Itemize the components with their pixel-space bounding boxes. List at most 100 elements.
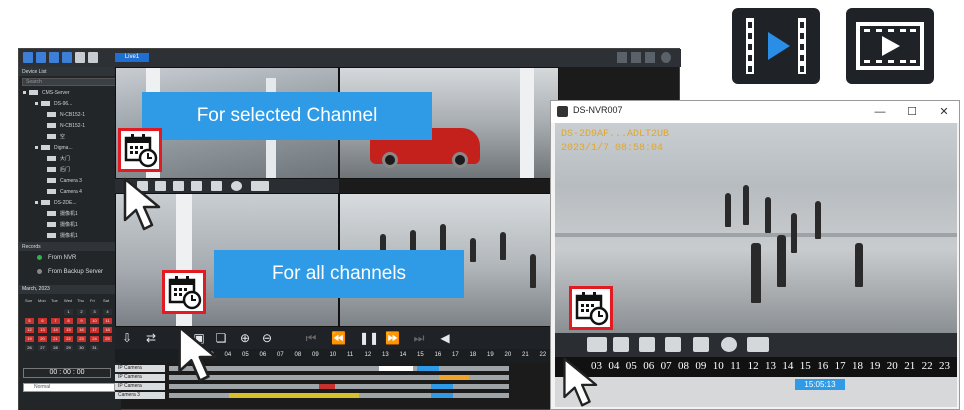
calendar-clock-icon[interactable] (162, 270, 206, 314)
recording-segment[interactable] (417, 366, 439, 371)
step-back-icon[interactable]: ◀ (439, 332, 451, 344)
calendar-day[interactable]: 5 (25, 318, 34, 324)
maximize-icon[interactable]: ☐ (901, 103, 923, 121)
skip-end-icon[interactable]: ⏭ (413, 332, 425, 344)
calendar-clock-icon[interactable] (118, 128, 162, 172)
snapshot-icon[interactable] (665, 337, 681, 352)
close-icon[interactable]: ✕ (933, 103, 955, 121)
calendar-day[interactable]: 4 (103, 309, 112, 315)
calendar-day[interactable]: 30 (77, 345, 86, 351)
stream-icon[interactable] (251, 181, 269, 191)
expand-icon[interactable] (23, 91, 26, 95)
popup-timeline-ruler[interactable]: 03 04 05 06 07 08 09 10 11 12 13 14 15 16 17 18 19 20 21 22… (555, 357, 957, 377)
calendar-day[interactable]: 14 (51, 327, 60, 333)
device-tree-item[interactable]: Camera 3 (19, 176, 121, 187)
device-tree-item[interactable]: N-CB152-1 (19, 121, 121, 132)
calendar-day[interactable]: 17 (90, 327, 99, 333)
minimize-icon[interactable]: — (869, 103, 891, 121)
time-input[interactable]: 00 : 00 : 00 (23, 368, 111, 378)
close-all-icon[interactable] (75, 52, 85, 63)
snapshot-icon[interactable] (191, 181, 202, 191)
ptz-icon[interactable] (613, 337, 629, 352)
layout-9-icon[interactable] (49, 52, 59, 63)
calendar-day[interactable]: 11 (103, 318, 112, 324)
expand-icon[interactable] (35, 146, 38, 150)
video-frame-play-icon[interactable] (846, 8, 934, 84)
user-icon[interactable] (661, 52, 671, 63)
zoom-in-icon[interactable]: ⊕ (239, 332, 251, 344)
calendar-day[interactable]: 23 (77, 336, 86, 342)
device-tree-item[interactable]: 大门 (19, 154, 121, 165)
device-tree-item[interactable]: 空 (19, 132, 121, 143)
layout-16-icon[interactable] (62, 52, 72, 63)
expand-icon[interactable] (35, 102, 38, 106)
device-tree-item[interactable]: 摄像机1 (19, 220, 121, 231)
popup-timeline-track[interactable] (555, 377, 957, 407)
recording-segment[interactable] (229, 393, 359, 398)
calendar-day[interactable]: 13 (38, 327, 47, 333)
calendar-day[interactable]: 28 (51, 345, 60, 351)
list-view-icon[interactable] (631, 52, 641, 63)
tab-live-view[interactable]: Live1 (115, 53, 149, 62)
source-backup-server[interactable]: From Backup Server (19, 265, 121, 279)
xy-icon[interactable] (587, 337, 607, 352)
calendar-day[interactable]: 18 (103, 327, 112, 333)
recording-segment[interactable] (319, 384, 335, 389)
device-tree-item[interactable]: Camera 4 (19, 187, 121, 198)
recording-segment[interactable] (431, 393, 453, 398)
calendar-day[interactable]: 1 (64, 309, 73, 315)
device-tree-item[interactable]: DS-96... (19, 99, 121, 110)
popup-video[interactable]: DS-2D9AF...ADLT2UB 2023/1/7 08:58:04 (555, 123, 957, 333)
recording-segment[interactable] (379, 366, 413, 371)
calendar-day[interactable]: 10 (90, 318, 99, 324)
calendar-day[interactable]: 9 (77, 318, 86, 324)
clip-icon[interactable] (693, 337, 709, 352)
calendar-day[interactable]: 15 (64, 327, 73, 333)
video-file-play-icon[interactable] (732, 8, 820, 84)
recording-segment[interactable] (431, 384, 453, 389)
sync-icon[interactable]: ⇄ (145, 332, 157, 344)
calendar-day[interactable]: 7 (51, 318, 60, 324)
calendar-day[interactable]: 19 (25, 336, 34, 342)
settings-icon[interactable] (645, 52, 655, 63)
calendar-day[interactable]: 3 (90, 309, 99, 315)
calendar-day[interactable]: 2 (77, 309, 86, 315)
zoom-icon[interactable] (88, 52, 98, 63)
calendar-clock-icon[interactable] (569, 286, 613, 330)
audio-icon[interactable] (173, 181, 184, 191)
layout-1-icon[interactable] (23, 52, 33, 63)
device-tree-item[interactable]: 摄像机1 (19, 231, 121, 242)
layout-4-icon[interactable] (36, 52, 46, 63)
device-tree-item[interactable]: N-CB152-1 (19, 110, 121, 121)
calendar-day[interactable]: 29 (64, 345, 73, 351)
calendar-day[interactable]: 24 (90, 336, 99, 342)
calendar-day[interactable]: 27 (38, 345, 47, 351)
camera-track[interactable] (169, 393, 509, 398)
fisheye-icon[interactable] (231, 181, 242, 191)
device-tree-item[interactable]: 后门 (19, 165, 121, 176)
calendar-day[interactable]: 12 (25, 327, 34, 333)
calendar-day[interactable]: 26 (25, 345, 34, 351)
calendar-day[interactable]: 20 (38, 336, 47, 342)
calendar-day[interactable]: 22 (64, 336, 73, 342)
calendar-day[interactable]: 16 (77, 327, 86, 333)
calendar-day[interactable]: 25 (103, 336, 112, 342)
device-tree-item[interactable]: DS-2DE... (19, 198, 121, 209)
expand-icon[interactable] (35, 201, 38, 205)
audio-icon[interactable] (639, 337, 655, 352)
device-search-input[interactable]: Search (22, 78, 118, 86)
grid-view-icon[interactable] (617, 52, 627, 63)
device-tree-item[interactable]: CMS-Server (19, 88, 121, 99)
fisheye-icon[interactable] (721, 337, 737, 352)
device-tree-item[interactable]: 摄像机1 (19, 209, 121, 220)
calendar-day[interactable]: 21 (51, 336, 60, 342)
fast-forward-icon[interactable]: ⏩ (385, 332, 400, 344)
device-tree-item[interactable]: Digma... (19, 143, 121, 154)
calendar-day[interactable]: 31 (90, 345, 99, 351)
calendar-day[interactable]: 8 (64, 318, 73, 324)
source-nvr[interactable]: From NVR (19, 251, 121, 265)
pause-icon[interactable]: ❚❚ (359, 332, 379, 344)
stream-icon[interactable] (747, 337, 769, 352)
playback-mode-select[interactable]: Normal (23, 383, 115, 392)
rewind-icon[interactable]: ⏪ (331, 332, 346, 344)
